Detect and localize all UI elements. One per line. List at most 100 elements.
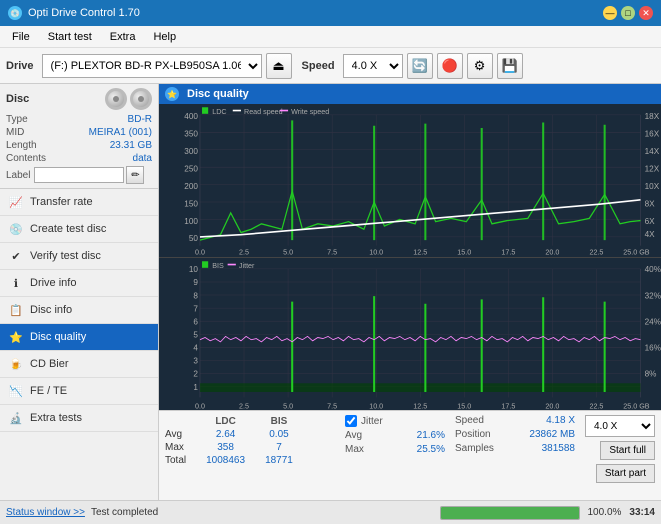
svg-text:8X: 8X [645, 198, 655, 208]
nav-drive-info[interactable]: ℹ Drive info [0, 270, 158, 297]
svg-text:18X: 18X [645, 111, 660, 121]
jitter-avg-label: Avg [345, 430, 362, 441]
menu-bar: File Start test Extra Help [0, 26, 661, 48]
svg-text:17.5: 17.5 [501, 401, 515, 410]
svg-text:20.0: 20.0 [545, 247, 559, 256]
disc-label-row: Label ✏ [6, 166, 152, 184]
jitter-header-row: Jitter [345, 415, 445, 427]
chart-bottom: 10 9 8 7 6 5 4 3 2 1 40% 32% 24% 16% 8 [159, 258, 661, 411]
drive-select[interactable]: (F:) PLEXTOR BD-R PX-LB950SA 1.06 [42, 54, 262, 78]
status-window-button[interactable]: Status window >> [6, 507, 85, 518]
jitter-max-row: Max 25.5% [345, 444, 445, 455]
jitter-avg-row: Avg 21.6% [345, 430, 445, 441]
svg-text:7.5: 7.5 [327, 401, 337, 410]
jitter-label: Jitter [361, 416, 383, 427]
contents-value: data [133, 153, 152, 164]
svg-text:1: 1 [193, 381, 198, 391]
label-edit-button[interactable]: ✏ [126, 166, 144, 184]
top-chart-svg: 400 350 300 250 200 150 100 50 18X 16X 1… [159, 104, 661, 257]
drive-label: Drive [6, 60, 34, 72]
save-button[interactable]: 💾 [497, 53, 523, 79]
svg-text:24%: 24% [645, 316, 661, 326]
svg-text:12.5: 12.5 [413, 247, 427, 256]
ldc-header: LDC [196, 415, 255, 428]
svg-text:0.0: 0.0 [195, 247, 205, 256]
avg-bis: 0.05 [255, 428, 303, 441]
minimize-button[interactable]: — [603, 6, 617, 20]
menu-start-test[interactable]: Start test [40, 29, 100, 45]
total-row: Total 1008463 18771 [165, 454, 303, 467]
nav-create-test-disc[interactable]: 💿 Create test disc [0, 216, 158, 243]
settings-button[interactable]: ⚙ [467, 53, 493, 79]
position-row: Position 23862 MB [455, 429, 575, 440]
burn-button[interactable]: 🔴 [437, 53, 463, 79]
stats-table-container: LDC BIS Avg 2.64 0.05 Max 358 [165, 415, 335, 467]
disc-quality-icon: ⭐ [8, 329, 24, 345]
svg-text:22.5: 22.5 [589, 401, 603, 410]
svg-text:10.0: 10.0 [369, 401, 383, 410]
svg-text:5.0: 5.0 [283, 401, 293, 410]
maximize-button[interactable]: □ [621, 6, 635, 20]
svg-text:5.0: 5.0 [283, 247, 293, 256]
svg-text:200: 200 [184, 181, 198, 191]
svg-text:8: 8 [193, 290, 198, 300]
jitter-checkbox[interactable] [345, 415, 357, 427]
main-layout: Disc Type BD-R MID MEIRA1 (001) [0, 84, 661, 500]
svg-text:6X: 6X [645, 216, 655, 226]
svg-text:16X: 16X [645, 128, 660, 138]
svg-text:Jitter: Jitter [239, 260, 255, 269]
toolbar: Drive (F:) PLEXTOR BD-R PX-LB950SA 1.06 … [0, 48, 661, 84]
menu-extra[interactable]: Extra [102, 29, 144, 45]
progress-bar-container [440, 506, 580, 520]
disc-panel: Disc Type BD-R MID MEIRA1 (001) [0, 84, 158, 189]
position-label: Position [455, 429, 491, 440]
disc-contents-row: Contents data [6, 153, 152, 164]
nav-extra-tests[interactable]: 🔬 Extra tests [0, 405, 158, 432]
create-test-disc-icon: 💿 [8, 221, 24, 237]
refresh-button[interactable]: 🔄 [407, 53, 433, 79]
nav-disc-quality[interactable]: ⭐ Disc quality [0, 324, 158, 351]
svg-text:40%: 40% [645, 263, 661, 273]
contents-key: Contents [6, 153, 46, 164]
speed-dropdown[interactable]: 4.0 X Max 8.0 X [585, 415, 655, 437]
max-ldc: 358 [196, 441, 255, 454]
svg-text:25.0 GB: 25.0 GB [623, 401, 649, 410]
svg-text:32%: 32% [645, 290, 661, 300]
drive-info-icon: ℹ [8, 275, 24, 291]
speed-stat-value: 4.18 X [546, 415, 575, 426]
disc-section-label: Disc [6, 93, 29, 105]
app-icon: 💿 [8, 6, 22, 20]
disc-length-row: Length 23.31 GB [6, 140, 152, 151]
svg-text:2: 2 [193, 368, 198, 378]
nav-fe-te[interactable]: 📉 FE / TE [0, 378, 158, 405]
disc-info-icon: 📋 [8, 302, 24, 318]
nav-cd-bier[interactable]: 🍺 CD Bier [0, 351, 158, 378]
svg-text:Write speed: Write speed [291, 107, 329, 116]
max-label: Max [165, 441, 196, 454]
title-bar: 💿 Opti Drive Control 1.70 — □ ✕ [0, 0, 661, 26]
chart-header-icon: ⭐ [165, 87, 179, 101]
nav-disc-info[interactable]: 📋 Disc info [0, 297, 158, 324]
speed-select[interactable]: 4.0 X Max 8.0 X [343, 54, 403, 78]
menu-file[interactable]: File [4, 29, 38, 45]
sidebar: Disc Type BD-R MID MEIRA1 (001) [0, 84, 159, 500]
start-full-button[interactable]: Start full [600, 441, 655, 460]
svg-text:10X: 10X [645, 181, 660, 191]
svg-text:150: 150 [184, 198, 198, 208]
status-right: 100.0% 33:14 [440, 506, 656, 520]
svg-text:10.0: 10.0 [369, 247, 383, 256]
svg-text:17.5: 17.5 [501, 247, 515, 256]
nav-transfer-rate[interactable]: 📈 Transfer rate [0, 189, 158, 216]
length-key: Length [6, 140, 37, 151]
nav-verify-test-disc[interactable]: ✔ Verify test disc [0, 243, 158, 270]
svg-text:15.0: 15.0 [457, 247, 471, 256]
fe-te-icon: 📉 [8, 383, 24, 399]
avg-ldc: 2.64 [196, 428, 255, 441]
menu-help[interactable]: Help [145, 29, 184, 45]
length-value: 23.31 GB [110, 140, 152, 151]
eject-button[interactable]: ⏏ [266, 53, 292, 79]
close-button[interactable]: ✕ [639, 6, 653, 20]
svg-text:7: 7 [193, 303, 198, 313]
start-part-button[interactable]: Start part [596, 464, 655, 483]
label-input[interactable] [34, 167, 124, 183]
